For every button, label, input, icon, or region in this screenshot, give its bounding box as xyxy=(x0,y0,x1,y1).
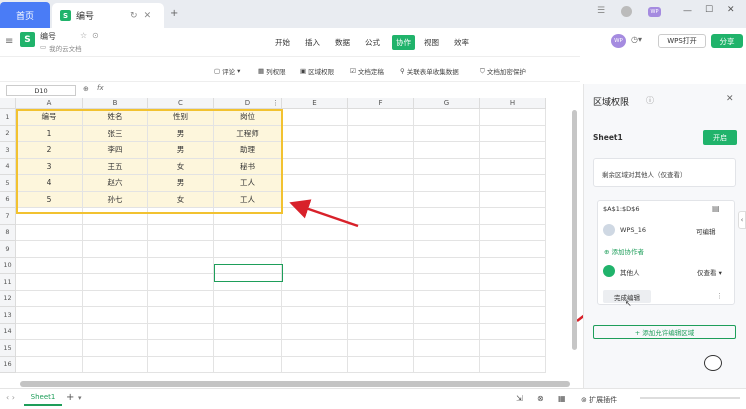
panel-close-icon[interactable]: ✕ xyxy=(726,94,734,104)
arrow-to-table xyxy=(289,199,359,228)
extension-plugin-label: 扩展插件 xyxy=(589,396,618,404)
sheet-tab-sheet1[interactable]: Sheet1 xyxy=(24,390,62,406)
extension-plugin-button[interactable]: ⊚ 扩展插件 xyxy=(581,395,617,405)
vertical-scrollbar[interactable] xyxy=(572,110,577,350)
status-bar xyxy=(0,388,746,409)
plugin-icon: ⊚ xyxy=(581,396,590,404)
user1-permission[interactable]: 可编辑 xyxy=(696,226,716,236)
collapse-panel-icon[interactable]: ‹ xyxy=(738,211,746,229)
calculator-icon[interactable]: ▦ xyxy=(558,394,566,403)
cursor-icon: ↖ xyxy=(625,299,632,308)
enable-button[interactable]: 开启 xyxy=(703,130,737,145)
panel-sheet-label: Sheet1 xyxy=(593,133,623,142)
remaining-area-desc: 剩余区域对其他人（仅查看） xyxy=(602,171,687,179)
sheet-menu-icon[interactable]: ▾ xyxy=(78,394,82,402)
horizontal-scrollbar[interactable] xyxy=(20,381,570,387)
user-avatar-icon xyxy=(603,224,615,236)
others-avatar-icon xyxy=(603,265,615,277)
more-icon[interactable]: ⋮ xyxy=(716,292,723,300)
protect-icon[interactable]: ⊗ xyxy=(537,394,544,403)
others-permission-value: 仅查看 xyxy=(697,269,717,277)
add-collaborator-button[interactable]: ⊕ 添加协作者 xyxy=(604,246,644,256)
chevron-down-icon: ▾ xyxy=(716,269,722,277)
add-user-icon: ⊕ xyxy=(604,248,612,256)
export-icon[interactable]: ⇲ xyxy=(516,394,523,403)
zoom-slider[interactable] xyxy=(640,397,740,399)
range-label[interactable]: $A$1:$D$6 xyxy=(603,205,639,213)
add-sheet-button[interactable]: + xyxy=(66,392,74,403)
range-select-icon[interactable]: ▤ xyxy=(712,204,720,213)
add-editable-area-button[interactable]: + 添加允许编辑区域 xyxy=(593,325,736,339)
others-label: 其他人 xyxy=(620,269,640,277)
sheet-nav-icon[interactable]: ‹ › xyxy=(6,393,15,402)
user1-name: WPS_16 xyxy=(620,226,646,234)
panel-title: 区域权限 xyxy=(593,98,630,108)
help-icon[interactable]: ⓘ xyxy=(646,95,654,106)
others-permission-dropdown[interactable]: 仅查看 ▾ xyxy=(697,267,722,277)
assistant-mascot-icon[interactable] xyxy=(704,355,722,371)
add-collaborator-label: 添加协作者 xyxy=(611,248,645,256)
